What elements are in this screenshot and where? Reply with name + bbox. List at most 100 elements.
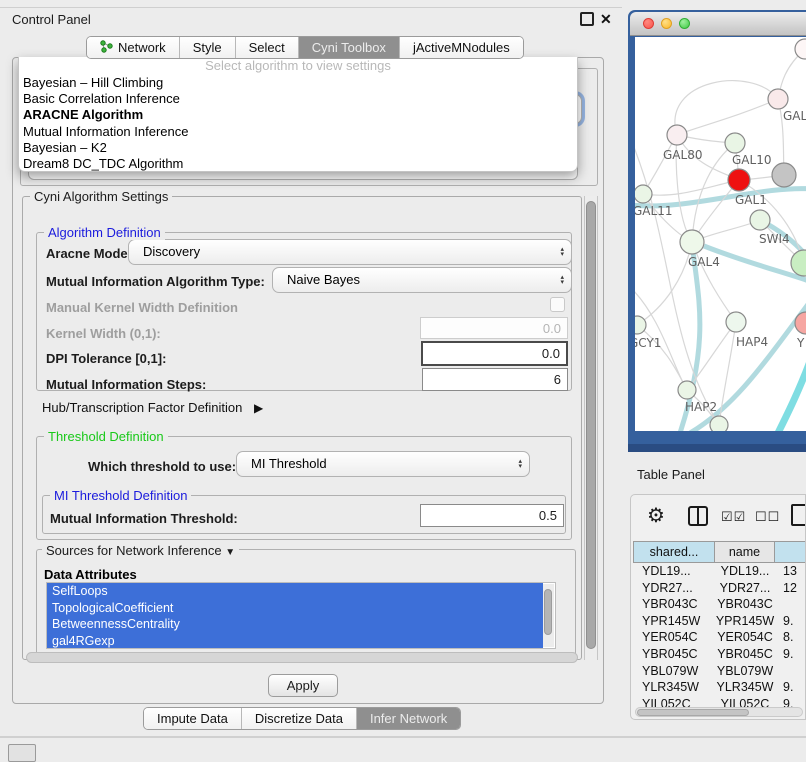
close-traffic-light-icon[interactable] xyxy=(643,18,654,29)
tab-network[interactable]: Network xyxy=(87,37,180,58)
tab-style-label: Style xyxy=(193,40,222,55)
bottom-tabbar: Impute Data Discretize Data Infer Networ… xyxy=(143,707,461,730)
mi-type-combobox[interactable]: Naive Bayes ▴▾ xyxy=(272,267,572,293)
algorithm-option[interactable]: Dream8 DC_TDC Algorithm xyxy=(19,156,577,172)
kernel-width-label: Kernel Width (0,1): xyxy=(46,326,161,341)
attribute-items: SelfLoopsTopologicalCoefficientBetweenne… xyxy=(47,583,555,649)
settings-horizontal-scrollbar[interactable] xyxy=(26,652,578,663)
table-cell: YBR045C xyxy=(715,646,775,663)
settings-group-title: Cyni Algorithm Settings xyxy=(30,189,172,204)
table-row[interactable]: YER054CYER054C8. xyxy=(633,629,806,646)
manual-kernel-checkbox[interactable] xyxy=(550,297,565,312)
network-node[interactable] xyxy=(635,185,652,203)
mi-threshold-field[interactable]: 0.5 xyxy=(420,504,564,527)
network-node[interactable] xyxy=(710,416,728,431)
data-attributes-list[interactable]: SelfLoopsTopologicalCoefficientBetweenne… xyxy=(46,582,556,649)
tab-discretize-data[interactable]: Discretize Data xyxy=(242,708,357,729)
network-node[interactable] xyxy=(725,133,745,153)
network-node[interactable] xyxy=(726,312,746,332)
network-edge xyxy=(643,180,739,195)
zoom-traffic-light-icon[interactable] xyxy=(679,18,690,29)
table-row[interactable]: YLR345WYLR345W9. xyxy=(633,679,806,696)
tab-select-label: Select xyxy=(249,40,285,55)
tab-impute-data[interactable]: Impute Data xyxy=(144,708,242,729)
gear-icon[interactable]: ⚙ xyxy=(647,503,665,528)
network-node[interactable] xyxy=(728,169,750,191)
minimized-panel-icon[interactable] xyxy=(8,744,36,762)
scrollbar-thumb[interactable] xyxy=(586,201,596,649)
tab-jactivemnodules[interactable]: jActiveMNodules xyxy=(400,37,523,58)
node-label: GAL4 xyxy=(688,255,720,269)
network-node[interactable] xyxy=(768,89,788,109)
scrollbar-thumb[interactable] xyxy=(637,709,749,716)
algorithm-option[interactable]: Basic Correlation Inference xyxy=(19,91,577,107)
split-view-icon[interactable] xyxy=(688,506,708,526)
table-horizontal-scrollbar[interactable] xyxy=(635,707,803,717)
network-tab-icon xyxy=(100,40,113,56)
table-row[interactable]: YDR27...YDR27...12 xyxy=(633,580,806,597)
sources-group-title[interactable]: Sources for Network Inference ▼ xyxy=(42,543,239,558)
network-edge xyxy=(687,322,736,390)
dpi-tolerance-label: DPI Tolerance [0,1]: xyxy=(46,351,166,366)
table-row[interactable]: YPR145WYPR145W9. xyxy=(633,613,806,630)
scrollbar-thumb[interactable] xyxy=(544,589,552,635)
which-threshold-combobox[interactable]: MI Threshold ▴▾ xyxy=(236,451,530,477)
algorithm-option[interactable]: Bayesian – Hill Climbing xyxy=(19,75,577,91)
network-node[interactable] xyxy=(772,163,796,187)
kernel-width-field[interactable]: 0.0 xyxy=(420,317,568,339)
table-row[interactable]: YBR045CYBR045C9. xyxy=(633,646,806,663)
table-cell: 9. xyxy=(775,646,806,663)
network-canvas[interactable]: GALGAL80GAL10GAL1GAL11SWI4GAL4GCY1HAP4YH… xyxy=(635,37,806,431)
column-header[interactable]: name xyxy=(715,541,775,563)
table-cell: YBL079W xyxy=(715,663,775,680)
network-node[interactable] xyxy=(795,312,806,334)
network-edge xyxy=(777,353,806,431)
tab-cyni-toolbox[interactable]: Cyni Toolbox xyxy=(299,37,400,58)
algorithm-option[interactable]: Bayesian – K2 xyxy=(19,140,577,156)
table-row[interactable]: YBR043CYBR043C xyxy=(633,596,806,613)
select-all-icon[interactable]: ☑☑ xyxy=(721,509,746,525)
network-node[interactable] xyxy=(678,381,696,399)
table-cell: YDR27... xyxy=(715,580,775,597)
column-header[interactable]: shared... xyxy=(633,541,715,563)
table-row[interactable]: YDL19...YDL19...13 xyxy=(633,563,806,580)
apply-button[interactable]: Apply xyxy=(268,674,338,697)
network-window-titlebar[interactable] xyxy=(630,12,806,36)
network-node[interactable] xyxy=(750,210,770,230)
float-panel-icon[interactable] xyxy=(580,12,594,26)
column-header[interactable] xyxy=(775,541,806,563)
mi-steps-field[interactable]: 6 xyxy=(422,368,568,391)
attribute-item[interactable]: gal4RGexp xyxy=(47,633,543,649)
close-icon[interactable]: ✕ xyxy=(600,11,612,28)
deselect-all-icon[interactable]: ☐☐ xyxy=(755,509,780,525)
tab-style[interactable]: Style xyxy=(180,37,236,58)
table-row[interactable]: YIL052CYIL052C9. xyxy=(633,696,806,707)
aracne-mode-combobox[interactable]: Discovery ▴▾ xyxy=(128,239,572,265)
table-cell: 13 xyxy=(775,563,806,580)
mi-type-label: Mutual Information Algorithm Type: xyxy=(46,274,265,289)
table-row[interactable]: YBL079WYBL079W xyxy=(633,663,806,680)
mi-steps-label: Mutual Information Steps: xyxy=(46,377,206,392)
settings-vertical-scrollbar[interactable] xyxy=(584,196,598,660)
hub-definition-label: Hub/Transcription Factor Definition xyxy=(42,400,242,415)
window-top-edge xyxy=(0,7,622,8)
minimize-traffic-light-icon[interactable] xyxy=(661,18,672,29)
attribute-item[interactable]: BetweennessCentrality xyxy=(47,616,543,633)
algorithm-option[interactable]: Mutual Information Inference xyxy=(19,124,577,140)
attribute-item[interactable]: SelfLoops xyxy=(47,583,543,600)
network-node[interactable] xyxy=(795,39,806,59)
page-icon[interactable] xyxy=(791,504,806,526)
algorithm-option[interactable]: ARACNE Algorithm xyxy=(19,107,577,123)
hub-definition-expander[interactable]: Hub/Transcription Factor Definition ▶ xyxy=(42,400,263,415)
network-node[interactable] xyxy=(667,125,687,145)
node-label: SWI4 xyxy=(759,232,790,246)
attributes-scrollbar[interactable] xyxy=(543,584,554,647)
mi-type-value: Naive Bayes xyxy=(287,272,360,287)
aracne-mode-label: Aracne Mode: xyxy=(46,246,132,261)
tab-infer-network[interactable]: Infer Network xyxy=(357,708,460,729)
attribute-item[interactable]: TopologicalCoefficient xyxy=(47,600,543,617)
network-node[interactable] xyxy=(680,230,704,254)
node-label: GCY1 xyxy=(635,336,661,350)
dpi-tolerance-field[interactable]: 0.0 xyxy=(421,341,568,366)
tab-select[interactable]: Select xyxy=(236,37,299,58)
